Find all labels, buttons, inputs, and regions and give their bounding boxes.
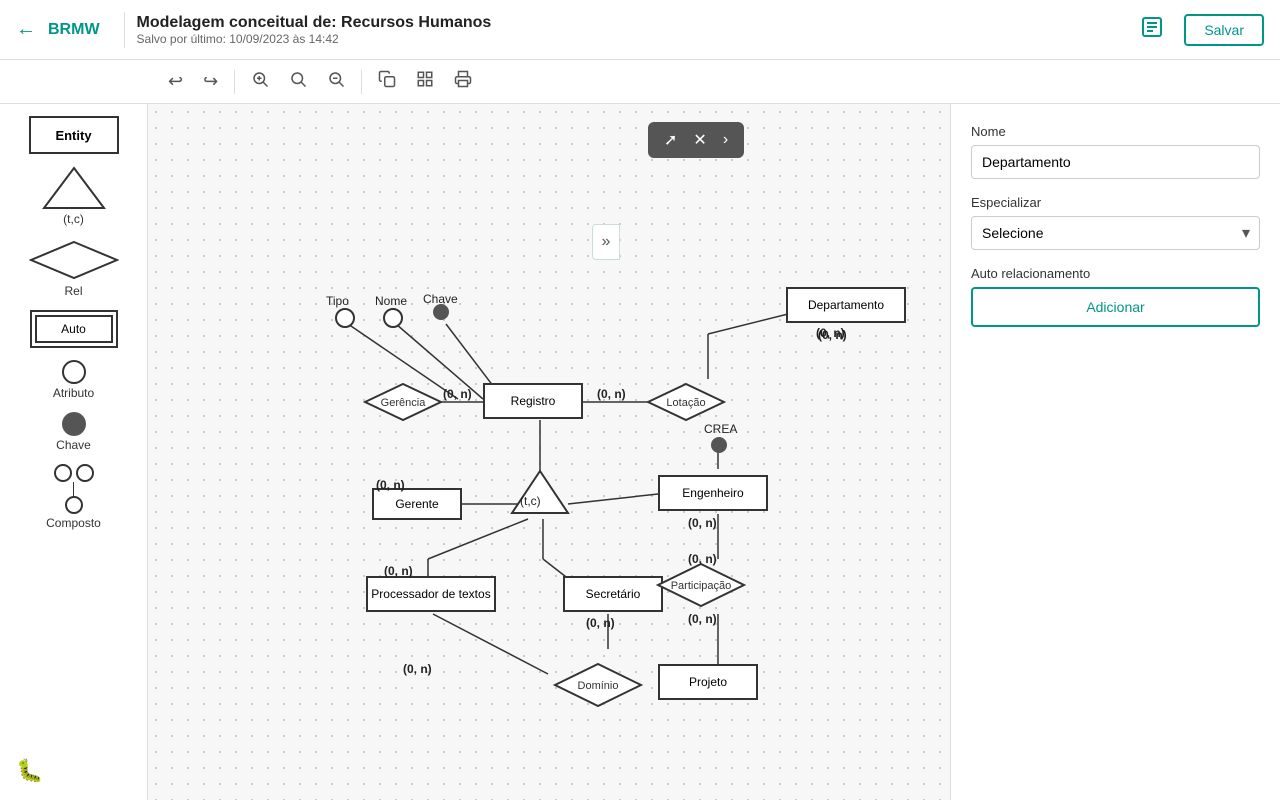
sidebar-item-relationship[interactable]: Rel	[8, 238, 139, 298]
sidebar-item-chave[interactable]: Chave	[8, 412, 139, 452]
tipo-circle[interactable]	[335, 308, 355, 328]
sidebar-item-entity[interactable]: Entity	[8, 116, 139, 154]
specialization-shape	[34, 166, 114, 210]
nome-input[interactable]	[971, 145, 1260, 179]
doc-saved: Salvo por último: 10/09/2023 às 14:42	[137, 32, 1129, 46]
copy-button[interactable]	[370, 64, 404, 99]
specialization-label: (t,c)	[63, 212, 84, 226]
canvas-area[interactable]: ➚ ✕ › Tipo Nome Chave Departamento (0, n…	[148, 104, 950, 800]
projeto-node[interactable]: Projeto	[658, 664, 758, 700]
crea-node[interactable]	[711, 437, 727, 453]
redo-button[interactable]: ↪	[195, 65, 226, 98]
er-diagram-svg	[148, 104, 950, 800]
gerente-label: Gerente	[395, 497, 438, 511]
dominio-node[interactable]: Domínio	[553, 662, 643, 708]
float-expand-button[interactable]: ➚	[656, 126, 685, 154]
main: Entity (t,c) Rel Auto	[0, 104, 1280, 800]
tipo-label: Tipo	[326, 294, 349, 308]
composto-shape	[54, 464, 94, 514]
especializar-label: Especializar	[971, 195, 1260, 210]
projeto-label: Projeto	[689, 675, 727, 689]
app-title: BRMW	[48, 21, 100, 39]
secretario-node[interactable]: Secretário	[563, 576, 663, 612]
float-next-button[interactable]: ›	[715, 127, 736, 153]
gerencia-node[interactable]: Gerência	[363, 382, 443, 422]
doc-icon	[1140, 15, 1164, 45]
auto-rel-label: Auto relacionamento	[971, 266, 1260, 281]
processador-label: Processador de textos	[371, 587, 490, 601]
doc-title: Modelagem conceitual de: Recursos Humano…	[137, 14, 1129, 32]
nome-section: Nome	[971, 124, 1260, 179]
float-toolbar: ➚ ✕ ›	[648, 122, 744, 158]
registro-node[interactable]: Registro	[483, 383, 583, 419]
participacao-card-bottom: (0, n)	[688, 612, 717, 626]
nome-circle[interactable]	[383, 308, 403, 328]
specialization-node[interactable]	[510, 469, 570, 515]
gerente-node[interactable]: Gerente	[372, 488, 462, 520]
float-close-button[interactable]: ✕	[685, 126, 714, 154]
nome-label: Nome	[971, 124, 1260, 139]
back-button[interactable]: ←	[16, 18, 36, 41]
especializar-select[interactable]: Selecione	[971, 216, 1260, 250]
svg-text:Lotação: Lotação	[666, 397, 705, 409]
svg-text:Domínio: Domínio	[578, 680, 619, 692]
atributo-label: Atributo	[53, 386, 94, 400]
gerencia-card-right: (0, n)	[443, 387, 472, 401]
departamento-label: Departamento	[808, 298, 884, 312]
doc-info: Modelagem conceitual de: Recursos Humano…	[137, 14, 1129, 46]
auto-rel-section: Auto relacionamento Adicionar	[971, 266, 1260, 327]
zoom-in-button[interactable]	[243, 64, 277, 99]
auto-shape: Auto	[30, 310, 118, 348]
sidebar: Entity (t,c) Rel Auto	[0, 104, 148, 800]
lotacao-dept-card: (0, n)	[816, 326, 845, 340]
panel-toggle-button[interactable]: »	[592, 224, 620, 260]
svg-text:Gerência: Gerência	[381, 397, 427, 409]
entity-label: Entity	[55, 128, 91, 143]
auto-label: Auto	[61, 322, 86, 336]
undo-button[interactable]: ↩	[160, 65, 191, 98]
entity-shape: Entity	[29, 116, 119, 154]
sidebar-item-atributo[interactable]: Atributo	[8, 360, 139, 400]
sidebar-item-composto[interactable]: Composto	[8, 464, 139, 530]
secretario-label: Secretário	[586, 587, 641, 601]
engenheiro-node[interactable]: Engenheiro	[658, 475, 768, 511]
panel-toggle-icon: »	[602, 233, 611, 251]
departamento-card: (0, n)	[818, 328, 847, 342]
back-icon: ←	[16, 18, 36, 41]
especializar-section: Especializar Selecione ▾	[971, 195, 1260, 250]
crea-label: CREA	[704, 422, 737, 436]
participacao-node[interactable]: Participação	[656, 562, 746, 608]
toolbar: ↩ ↪	[0, 60, 1280, 104]
zoom-out-button[interactable]	[319, 64, 353, 99]
lotacao-node[interactable]: Lotação	[646, 382, 726, 422]
grid-button[interactable]	[408, 64, 442, 99]
debug-icon[interactable]: 🐛	[16, 758, 43, 784]
departamento-node[interactable]: Departamento	[786, 287, 906, 323]
svg-text:Participação: Participação	[671, 580, 732, 592]
atributo-shape	[62, 360, 86, 384]
registro-lotacao-card: (0, n)	[597, 387, 626, 401]
registro-label: Registro	[511, 394, 556, 408]
engenheiro-label: Engenheiro	[682, 486, 743, 500]
secretario-card: (0, n)	[586, 616, 615, 630]
composto-label: Composto	[46, 516, 101, 530]
sidebar-item-specialization[interactable]: (t,c)	[8, 166, 139, 226]
engenheiro-card: (0, n)	[688, 516, 717, 530]
print-button[interactable]	[446, 64, 480, 99]
chave-shape	[62, 412, 86, 436]
zoom-fit-button[interactable]	[281, 64, 315, 99]
sidebar-item-auto[interactable]: Auto	[8, 310, 139, 348]
nome-attr-label: Nome	[375, 294, 407, 308]
chave-label: Chave	[56, 438, 91, 452]
save-button[interactable]: Salvar	[1184, 14, 1264, 46]
adicionar-button[interactable]: Adicionar	[971, 287, 1260, 327]
processador-node[interactable]: Processador de textos	[366, 576, 496, 612]
right-panel: Nome Especializar Selecione ▾ Auto relac…	[950, 104, 1280, 800]
topbar: ← BRMW Modelagem conceitual de: Recursos…	[0, 0, 1280, 60]
dominio-card-left: (0, n)	[403, 662, 432, 676]
relationship-shape	[29, 238, 119, 282]
chave-circle[interactable]	[433, 304, 449, 320]
relationship-label: Rel	[64, 284, 82, 298]
